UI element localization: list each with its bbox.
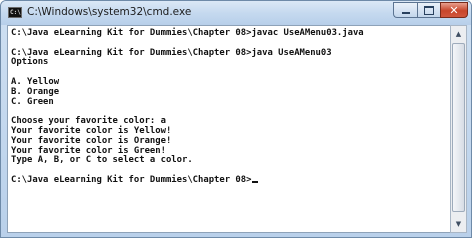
cmd-window: C:\ C:\Windows\system32\cmd.exe ✕ C:\Jav… <box>0 0 472 238</box>
minimize-button[interactable] <box>393 2 417 18</box>
console-line: Options <box>11 57 49 68</box>
maximize-icon <box>424 5 434 15</box>
text-cursor <box>252 180 259 183</box>
console-line: A. Yellow <box>11 76 60 87</box>
prompt-text: C:\Java eLearning Kit for Dummies\Chapte… <box>11 174 252 185</box>
scroll-down-arrow-icon[interactable]: ▼ <box>452 217 465 231</box>
console-line: C. Green <box>11 96 54 107</box>
console-line: B. Orange <box>11 86 60 97</box>
scroll-up-arrow-icon[interactable]: ▲ <box>452 27 465 41</box>
console-line: C:\Java eLearning Kit for Dummies\Chapte… <box>11 47 332 58</box>
prompt-line[interactable]: C:\Java eLearning Kit for Dummies\Chapte… <box>11 174 450 186</box>
window-title: C:\Windows\system32\cmd.exe <box>27 6 192 18</box>
console-line: Type A, B, or C to select a color. <box>11 155 193 166</box>
maximize-button[interactable] <box>417 2 440 18</box>
cmd-icon[interactable]: C:\ <box>8 7 22 18</box>
close-icon: ✕ <box>449 3 459 17</box>
console-line: C:\Java eLearning Kit for Dummies\Chapte… <box>11 28 364 38</box>
minimize-icon <box>401 11 410 14</box>
vertical-scrollbar[interactable]: ▲ ▼ <box>450 25 467 233</box>
scrollbar-thumb[interactable] <box>452 43 465 212</box>
close-button[interactable]: ✕ <box>440 2 468 18</box>
console-output[interactable]: C:\Java eLearning Kit for Dummies\Chapte… <box>7 25 450 233</box>
title-bar[interactable]: C:\ C:\Windows\system32\cmd.exe ✕ <box>1 1 471 25</box>
